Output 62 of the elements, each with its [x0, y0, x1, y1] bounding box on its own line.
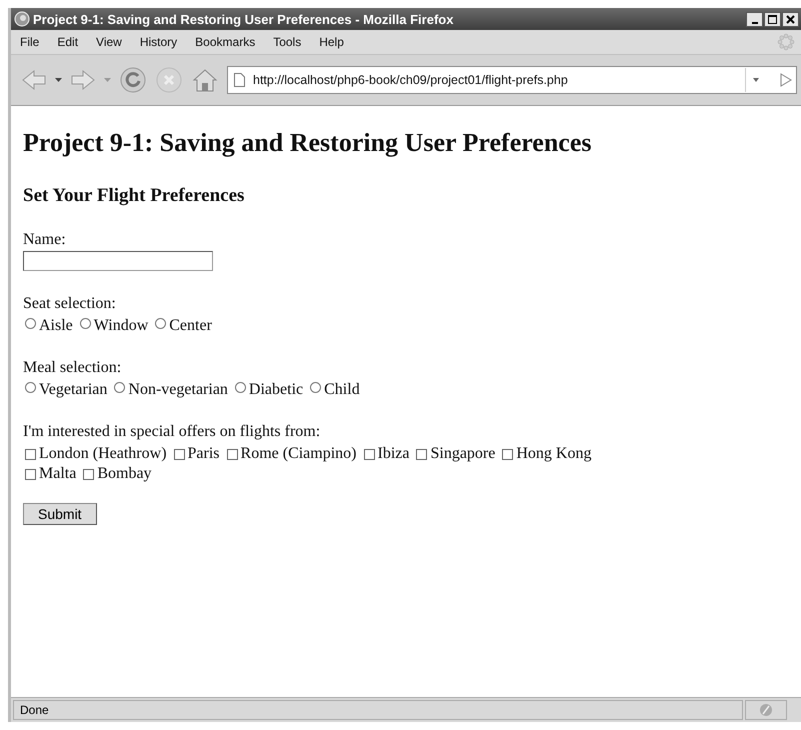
radio-button[interactable]: [25, 318, 36, 329]
checkbox-label[interactable]: Singapore: [430, 445, 496, 463]
radio-label[interactable]: Non-vegetarian: [128, 381, 228, 399]
submit-button[interactable]: Submit: [23, 503, 97, 525]
back-button[interactable]: [21, 68, 47, 92]
maximize-button[interactable]: [764, 12, 781, 26]
security-icon: [759, 703, 773, 717]
menu-item[interactable]: Help: [310, 35, 353, 49]
window-title: Project 9-1: Saving and Restoring User Preferences - Mozilla Firefox: [33, 12, 454, 26]
field-label: Meal selection:: [23, 359, 122, 377]
throbber-icon: [777, 33, 795, 51]
field-label: I'm interested in special offers on flights from:: [23, 423, 320, 441]
status-text: Done: [13, 700, 743, 720]
menu-item[interactable]: Tools: [264, 35, 310, 49]
name-field[interactable]: [23, 251, 213, 271]
radio-button[interactable]: [80, 318, 91, 329]
checkbox[interactable]: [83, 468, 94, 480]
radio-label[interactable]: Diabetic: [248, 381, 304, 399]
checkbox-label[interactable]: Ibiza: [378, 445, 410, 463]
radio-label[interactable]: Vegetarian: [39, 381, 108, 399]
minimize-icon: [752, 22, 758, 24]
checkbox-label[interactable]: Rome (Ciampino): [240, 445, 356, 463]
radio-button[interactable]: [155, 318, 166, 329]
dropdown-icon[interactable]: [55, 78, 62, 82]
address-field[interactable]: http://localhost/php6-book/ch09/project01/flight-prefs.php: [227, 66, 797, 94]
page-heading: Project 9-1: Saving and Restoring User Preferences: [23, 128, 593, 158]
radio-button[interactable]: [234, 382, 246, 393]
section-heading: Set Your Flight Preferences: [23, 185, 246, 207]
checkbox-label[interactable]: London (Heathrow): [39, 445, 167, 463]
menu-item[interactable]: File: [11, 35, 48, 49]
checkbox[interactable]: [226, 448, 238, 460]
menu-item[interactable]: View: [87, 35, 131, 49]
radio-button[interactable]: [25, 382, 36, 393]
page-icon: [234, 73, 245, 87]
field-label: Name:: [23, 231, 66, 249]
checkbox-label[interactable]: Paris: [188, 445, 220, 463]
radio-label[interactable]: Aisle: [39, 317, 73, 335]
url-text[interactable]: http://localhost/php6-book/ch09/project01/flight-prefs.php: [253, 73, 737, 87]
reload-button[interactable]: [119, 66, 147, 94]
checkbox-label[interactable]: Bombay: [97, 465, 152, 483]
checkbox[interactable]: [364, 448, 374, 460]
checkbox[interactable]: [25, 468, 36, 480]
checkbox-label[interactable]: Hong Kong: [516, 445, 592, 463]
minimize-button[interactable]: [746, 12, 763, 26]
radio-button[interactable]: [310, 382, 322, 393]
radio-label[interactable]: Window: [94, 317, 148, 335]
radio-label[interactable]: Center: [169, 317, 212, 335]
radio-button[interactable]: [114, 382, 126, 393]
menu-item[interactable]: Bookmarks: [186, 35, 264, 49]
checkbox[interactable]: [174, 448, 185, 460]
field-label: Seat selection:: [23, 295, 116, 313]
checkbox[interactable]: [502, 448, 514, 460]
menu-item[interactable]: History: [130, 35, 186, 49]
maximize-icon: [768, 14, 777, 24]
forward-button[interactable]: [70, 68, 96, 92]
menu-item[interactable]: Edit: [48, 35, 88, 49]
radio-label[interactable]: Child: [324, 381, 360, 399]
checkbox[interactable]: [416, 448, 428, 460]
close-icon: [786, 14, 795, 24]
checkbox-label[interactable]: Malta: [39, 465, 76, 483]
checkbox[interactable]: [25, 448, 36, 460]
close-button[interactable]: [782, 12, 799, 26]
